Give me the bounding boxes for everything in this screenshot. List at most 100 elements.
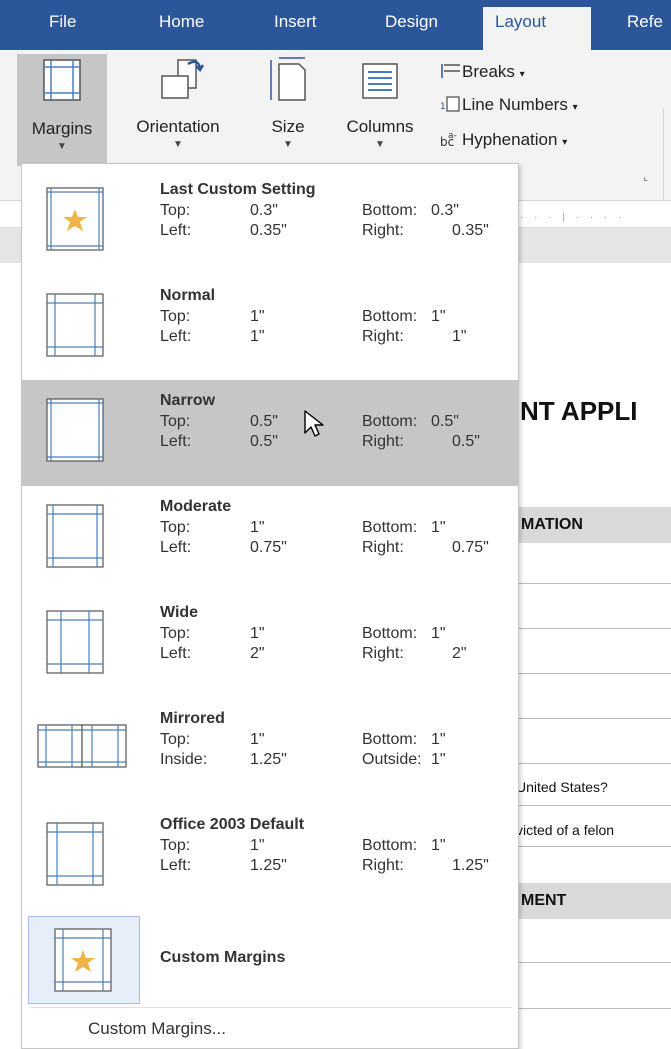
inside-value: 1.25" <box>250 751 287 768</box>
menu-item-last-custom-setting[interactable]: Last Custom Setting Top: 0.3" Bottom: 0.… <box>22 169 519 275</box>
tab-home[interactable]: Home <box>159 12 204 32</box>
top-value: 0.3" <box>250 202 278 219</box>
top-value: 1" <box>250 308 265 325</box>
chevron-down-icon: ▼ <box>173 139 183 150</box>
top-label: Top: <box>160 519 191 536</box>
form-line <box>515 763 671 764</box>
size-label: Size <box>271 117 305 136</box>
line-numbers-label: Line Numbers <box>462 95 568 114</box>
menu-item-moderate[interactable]: Moderate Top: 1" Bottom: 1" Left: 0.75" … <box>22 486 519 592</box>
menu-item-name: Office 2003 Default <box>160 816 305 833</box>
menu-item-name: Last Custom Setting <box>160 181 316 198</box>
svg-text:a-: a- <box>448 131 457 141</box>
page-margins-icon <box>46 610 104 674</box>
orientation-icon <box>161 59 205 99</box>
form-line <box>515 718 671 719</box>
columns-icon <box>362 63 398 99</box>
page-margins-icon <box>46 504 104 568</box>
inside-label: Inside: <box>160 751 208 768</box>
section-header: MENT <box>515 883 671 919</box>
columns-button[interactable]: Columns ▼ <box>330 54 430 150</box>
custom-page-star-icon <box>54 928 112 992</box>
menu-item-name: Narrow <box>160 392 216 409</box>
left-value: 1" <box>250 328 265 345</box>
bottom-label: Bottom: <box>362 625 418 642</box>
menu-item-narrow[interactable]: Narrow Top: 0.5" Bottom: 0.5" Left: 0.5"… <box>22 380 519 486</box>
custom-margins-command[interactable]: Custom Margins... <box>88 1019 226 1039</box>
bottom-value: 1" <box>431 308 446 325</box>
top-label: Top: <box>160 731 191 748</box>
tab-insert[interactable]: Insert <box>274 12 317 32</box>
tab-references[interactable]: Refe <box>627 12 663 32</box>
page-margins-icon <box>46 822 104 886</box>
breaks-icon <box>441 64 460 78</box>
form-question: United States? <box>516 779 608 795</box>
line-numbers-button[interactable]: 1 Line Numbers ▾ <box>440 95 578 115</box>
menu-item-name: Wide <box>160 604 199 621</box>
margins-icon <box>43 59 81 101</box>
form-line <box>515 1008 671 1009</box>
size-button[interactable]: Size ▼ <box>258 54 318 150</box>
left-label: Left: <box>160 645 192 662</box>
left-value: 0.35" <box>250 222 287 239</box>
top-label: Top: <box>160 837 191 854</box>
menu-item-name: Normal <box>160 287 216 304</box>
top-label: Top: <box>160 413 191 430</box>
hyphenation-label: Hyphenation <box>462 130 558 149</box>
custom-page-star-icon <box>46 187 104 251</box>
ruler-ticks: · · · | · · · · <box>520 212 626 223</box>
line-numbers-icon: 1 <box>440 96 460 112</box>
bottom-value: 0.5" <box>431 413 459 430</box>
section-header: MATION <box>515 507 671 543</box>
dialog-launcher-icon[interactable]: ⌞ <box>643 170 648 183</box>
menu-item-office-2003-default[interactable]: Office 2003 Default Top: 1" Bottom: 1" L… <box>22 804 519 910</box>
tab-layout[interactable]: Layout <box>483 7 591 50</box>
tab-file[interactable]: File <box>49 12 76 32</box>
right-value: 2" <box>452 645 467 662</box>
left-label: Left: <box>160 328 192 345</box>
orientation-button[interactable]: Orientation ▼ <box>118 54 238 150</box>
bottom-label: Bottom: <box>362 413 418 430</box>
top-label: Top: <box>160 202 191 219</box>
menu-item-normal[interactable]: Normal Top: 1" Bottom: 1" Left: 1" Right… <box>22 275 519 381</box>
right-label: Right: <box>362 857 404 874</box>
chevron-down-icon: ▼ <box>57 141 67 152</box>
margins-button[interactable]: Margins ▼ <box>17 54 107 166</box>
breaks-button[interactable]: Breaks ▾ <box>440 62 525 82</box>
menu-item-name: Mirrored <box>160 710 225 727</box>
left-label: Left: <box>160 857 192 874</box>
margins-dropdown: Last Custom Setting Top: 0.3" Bottom: 0.… <box>21 163 519 1049</box>
form-question: victed of a felon <box>516 822 615 838</box>
menu-item-wide[interactable]: Wide Top: 1" Bottom: 1" Left: 2" Right: … <box>22 592 519 698</box>
left-label: Left: <box>160 433 192 450</box>
form-line <box>515 962 671 963</box>
menu-item-custom-margins[interactable] <box>28 916 140 1004</box>
left-value: 1.25" <box>250 857 287 874</box>
top-value: 0.5" <box>250 413 278 430</box>
margins-label: Margins <box>31 119 93 138</box>
hyphenation-icon: bc a- <box>440 131 457 148</box>
right-label: Right: <box>362 328 404 345</box>
mirrored-pages-icon <box>37 724 127 768</box>
hyphenation-button[interactable]: bc a- Hyphenation ▾ <box>440 130 567 150</box>
top-value: 1" <box>250 625 265 642</box>
right-value: 0.35" <box>452 222 489 239</box>
left-value: 0.5" <box>250 433 278 450</box>
bottom-value: 0.3" <box>431 202 459 219</box>
right-value: 0.5" <box>452 433 480 450</box>
form-line <box>515 805 671 806</box>
tab-design[interactable]: Design <box>385 12 438 32</box>
left-label: Left: <box>160 539 192 556</box>
menu-item-mirrored[interactable]: Mirrored Top: 1" Bottom: 1" Inside: 1.25… <box>22 698 519 804</box>
form-line <box>515 583 671 584</box>
bottom-label: Bottom: <box>362 519 418 536</box>
menu-item-name: Moderate <box>160 498 232 515</box>
right-label: Right: <box>362 222 404 239</box>
menu-divider <box>30 1007 512 1008</box>
bottom-label: Bottom: <box>362 202 418 219</box>
breaks-label: Breaks <box>462 62 515 81</box>
top-label: Top: <box>160 625 191 642</box>
page-margins-icon <box>46 398 104 462</box>
left-label: Left: <box>160 222 192 239</box>
size-icon <box>270 57 306 101</box>
